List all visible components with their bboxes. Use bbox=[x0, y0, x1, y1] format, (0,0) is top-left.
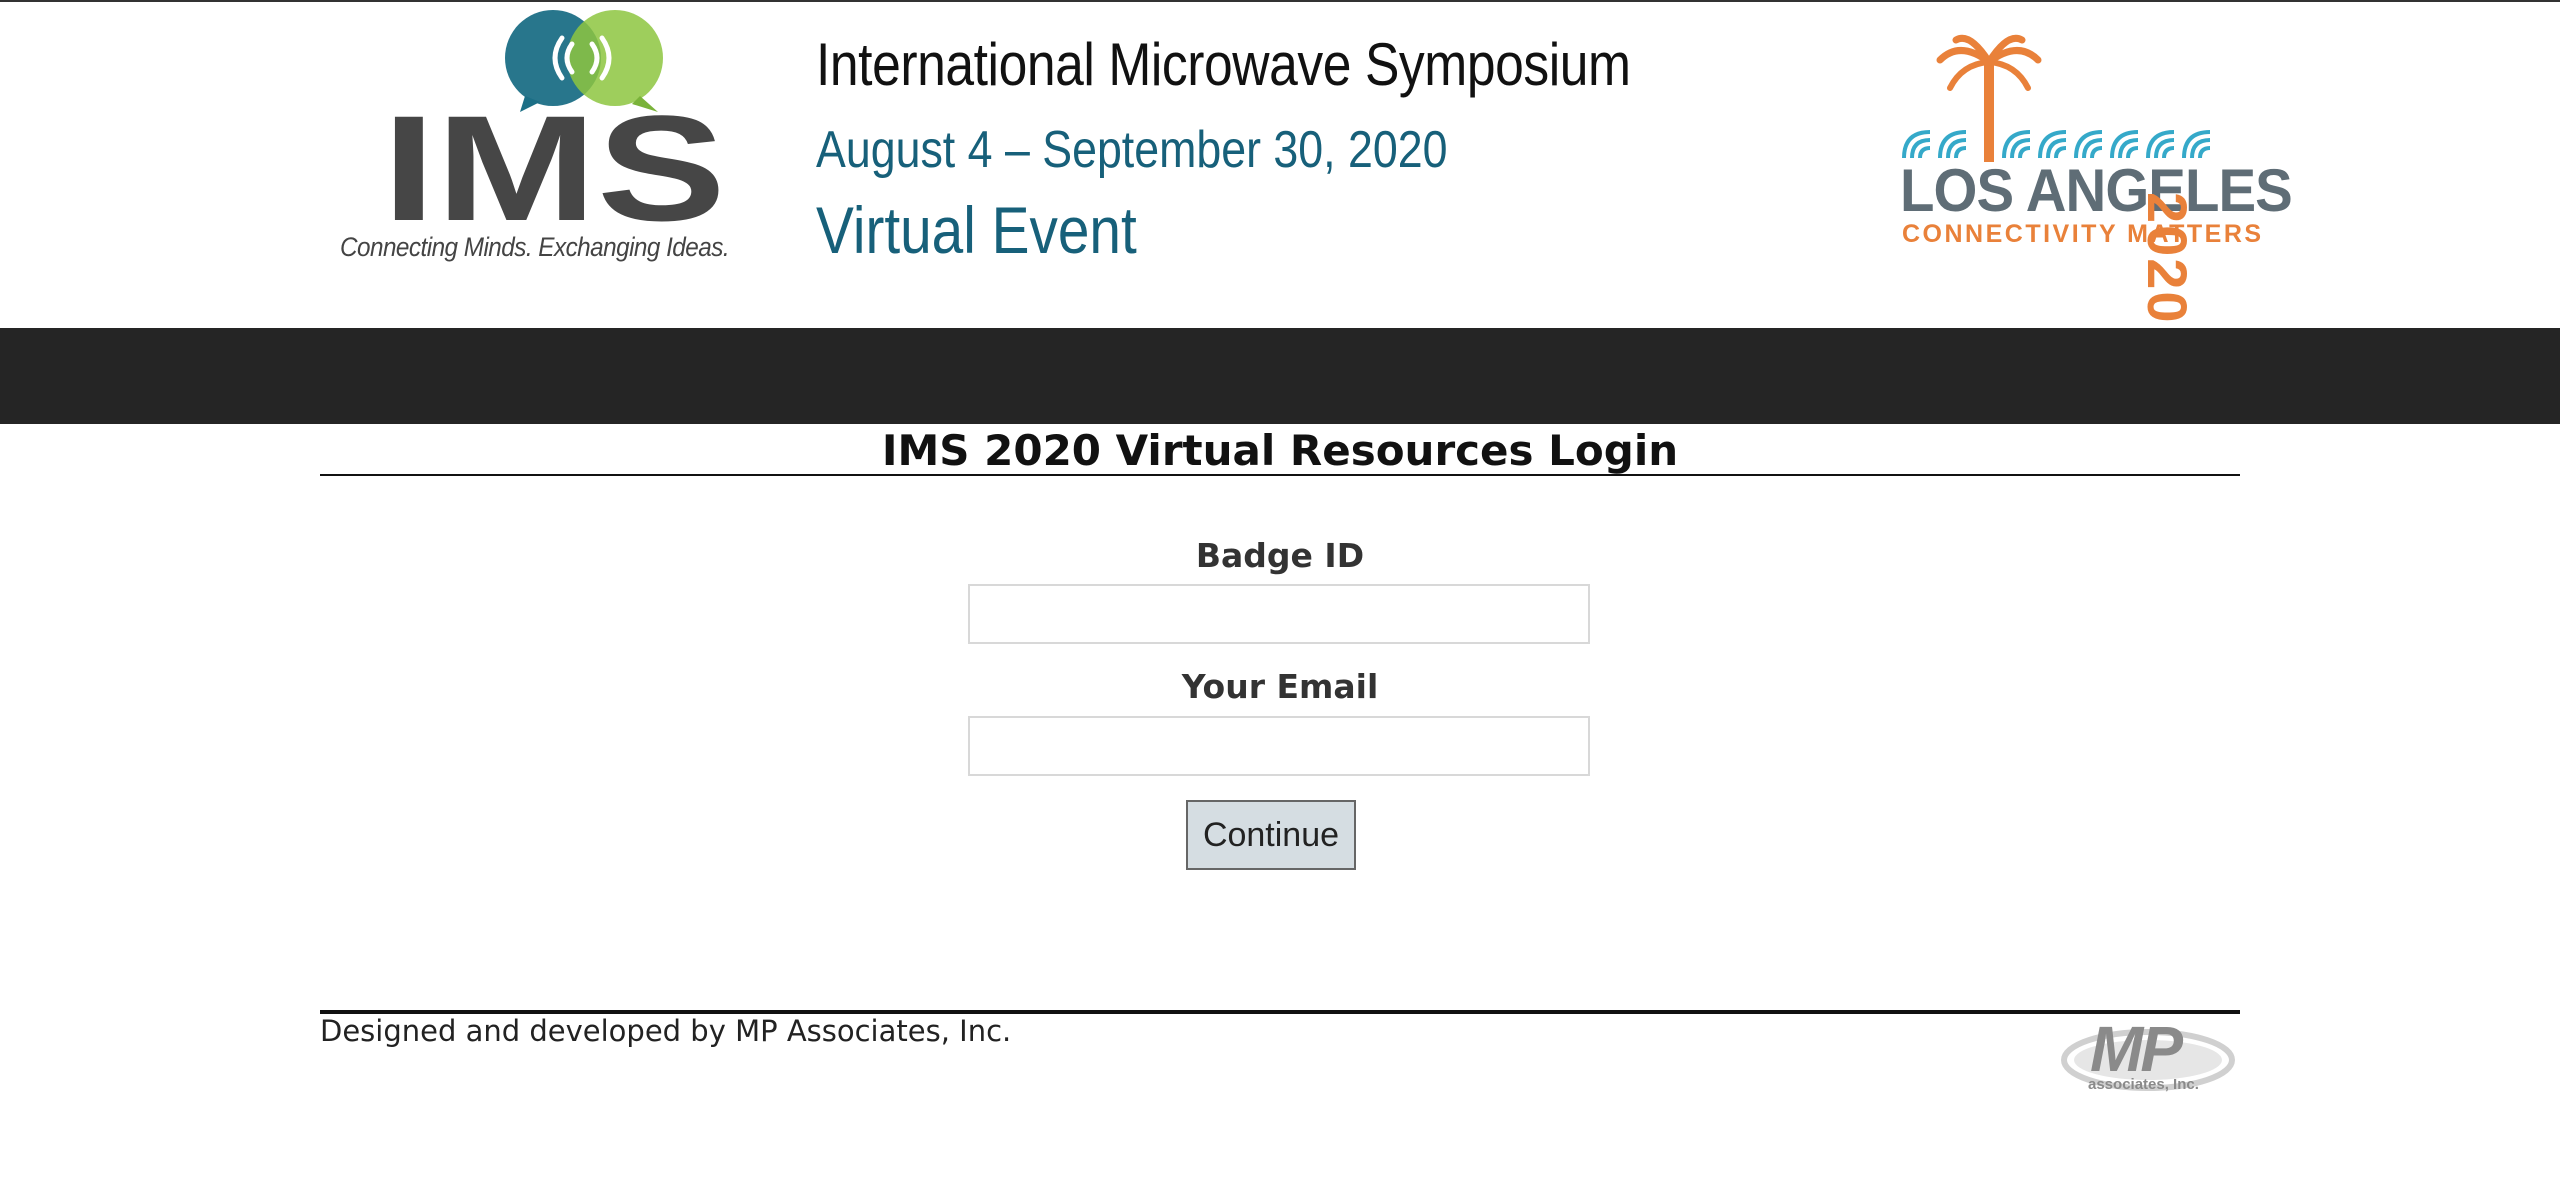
email-input[interactable] bbox=[968, 716, 1590, 776]
la-logo-tagline: CONNECTIVITY MATTERS bbox=[1902, 220, 2264, 248]
badge-id-label: Badge ID bbox=[1195, 536, 1365, 575]
la-logo-name: LOS ANGELES bbox=[1900, 157, 2293, 224]
site-header: IMS Connecting Minds. Exchanging Ideas. … bbox=[0, 0, 2560, 328]
event-title: International Microwave Symposium bbox=[816, 31, 1631, 98]
title-divider bbox=[320, 474, 2240, 476]
event-type: Virtual Event bbox=[816, 193, 1137, 267]
badge-id-input[interactable] bbox=[968, 584, 1590, 644]
email-label: Your Email bbox=[1181, 667, 1379, 706]
ims-logo-letters: IMS bbox=[382, 84, 726, 238]
mp-associates-logo[interactable]: MP associates, Inc. bbox=[2060, 1013, 2240, 1096]
la-logo-year: 2020 bbox=[2136, 192, 2199, 325]
login-page: IMS Connecting Minds. Exchanging Ideas. … bbox=[0, 0, 2560, 1184]
continue-button[interactable]: Continue bbox=[1186, 800, 1356, 870]
ims-logo[interactable]: IMS Connecting Minds. Exchanging Ideas. bbox=[340, 8, 770, 272]
top-rule bbox=[0, 0, 2560, 2]
ims-speech-bubbles-icon: IMS bbox=[382, 10, 726, 252]
ims-tagline: Connecting Minds. Exchanging Ideas. bbox=[340, 232, 730, 262]
mp-logo-subtext: associates, Inc. bbox=[2088, 1076, 2199, 1093]
page-title: IMS 2020 Virtual Resources Login bbox=[881, 426, 1679, 475]
palm-tree-waves-icon bbox=[1902, 34, 2211, 162]
footer-credit: Designed and developed by MP Associates,… bbox=[320, 1014, 1012, 1048]
event-dates: August 4 – September 30, 2020 bbox=[816, 121, 1448, 179]
los-angeles-2020-logo[interactable]: LOS ANGELES CONNECTIVITY MATTERS 2020 bbox=[1900, 32, 2300, 325]
mp-logo-letters: MP bbox=[2090, 1013, 2183, 1085]
waves-pattern bbox=[1902, 130, 2211, 159]
nav-bar bbox=[0, 328, 2560, 424]
